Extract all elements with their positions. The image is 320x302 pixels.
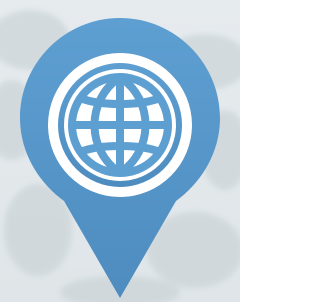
globe-icon	[48, 53, 192, 197]
map-marker-pin[interactable]	[0, 0, 240, 302]
map-marker-canvas	[0, 0, 240, 302]
